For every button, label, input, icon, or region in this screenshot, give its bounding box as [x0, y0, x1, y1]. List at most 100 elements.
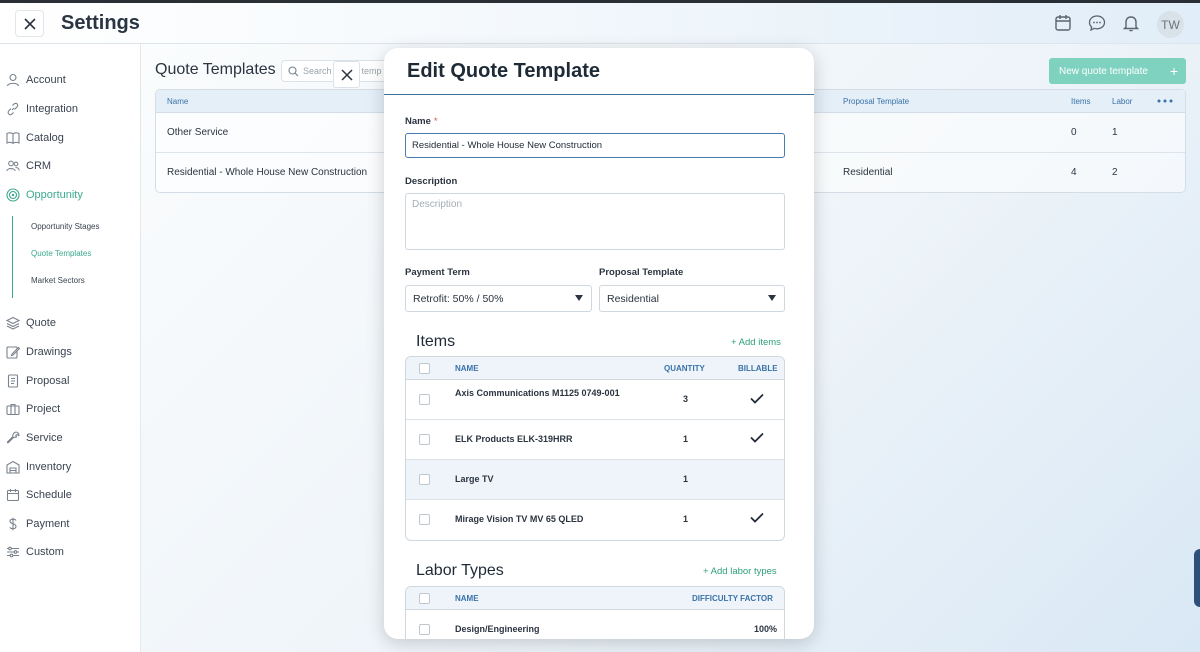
- payment-term-select[interactable]: Retrofit: 50% / 50%: [405, 285, 592, 312]
- sidebar-item-service[interactable]: Service: [6, 428, 63, 448]
- search-hint: temp: [361, 66, 382, 76]
- sidebar-subitem-quote-templates[interactable]: Quote Templates: [31, 249, 91, 258]
- sidebar-item-label: Opportunity: [26, 189, 83, 201]
- target-icon: [6, 188, 20, 202]
- check-icon: [750, 393, 764, 404]
- plus-icon: +: [1169, 63, 1178, 79]
- item-name: Mirage Vision TV MV 65 QLED: [455, 514, 584, 524]
- side-panel-handle[interactable]: [1194, 549, 1200, 607]
- settings-sidebar: Account Integration Catalog CRM Opportun…: [0, 44, 141, 652]
- row-name: Residential - Whole House New Constructi…: [167, 167, 368, 178]
- column-items[interactable]: Items: [1071, 97, 1091, 106]
- users-icon: [6, 160, 20, 172]
- sidebar-item-label: Service: [26, 432, 63, 444]
- column-name[interactable]: Name: [167, 97, 188, 106]
- sidebar-item-catalog[interactable]: Catalog: [6, 128, 64, 148]
- row-labor: 1: [1112, 127, 1118, 138]
- column-name: NAME: [455, 364, 479, 373]
- user-avatar[interactable]: TW: [1157, 11, 1184, 38]
- layers-icon: [6, 316, 20, 330]
- row-checkbox[interactable]: [419, 394, 430, 405]
- column-quantity: QUANTITY: [664, 364, 705, 373]
- table-row[interactable]: ELK Products ELK-319HRR 1: [406, 420, 784, 460]
- sidebar-item-label: Payment: [26, 518, 70, 530]
- sidebar-item-schedule[interactable]: Schedule: [6, 485, 72, 505]
- table-row[interactable]: Design/Engineering 100%: [406, 610, 784, 639]
- more-options-icon[interactable]: [1156, 97, 1174, 105]
- app-header: Settings TW: [0, 3, 1200, 44]
- proposal-template-value: Residential: [607, 292, 659, 305]
- book-icon: [6, 132, 20, 144]
- sidebar-item-label: Catalog: [26, 132, 64, 144]
- check-icon: [750, 432, 764, 443]
- quote-templates-heading: Quote Templates: [155, 61, 276, 78]
- sidebar-item-label: Account: [26, 74, 66, 86]
- select-all-checkbox[interactable]: [419, 363, 430, 374]
- briefcase-icon: [6, 403, 20, 416]
- sliders-icon: [7, 546, 19, 558]
- sidebar-item-inventory[interactable]: Inventory: [6, 457, 71, 477]
- name-label-text: Name: [405, 116, 431, 127]
- sidebar-item-label: Drawings: [26, 346, 72, 358]
- name-field[interactable]: Residential - Whole House New Constructi…: [405, 133, 785, 158]
- close-settings-button[interactable]: [15, 10, 44, 37]
- item-name: Axis Communications M1125 0749-001: [455, 388, 620, 398]
- sidebar-item-crm[interactable]: CRM: [6, 156, 51, 176]
- search-icon: [288, 65, 299, 76]
- bell-icon[interactable]: [1122, 14, 1140, 32]
- sidebar-subitem-market-sectors[interactable]: Market Sectors: [31, 276, 85, 285]
- sidebar-item-proposal[interactable]: Proposal: [6, 371, 69, 391]
- sidebar-item-label: Custom: [26, 546, 64, 558]
- name-label: Name *: [405, 116, 438, 127]
- sidebar-item-label: Integration: [26, 103, 78, 115]
- row-checkbox[interactable]: [419, 474, 430, 485]
- required-marker: *: [433, 116, 438, 127]
- row-checkbox[interactable]: [419, 514, 430, 525]
- close-icon: [340, 68, 353, 81]
- row-items: 4: [1071, 167, 1077, 178]
- table-row[interactable]: Mirage Vision TV MV 65 QLED 1: [406, 500, 784, 540]
- sidebar-item-custom[interactable]: Custom: [6, 542, 64, 562]
- sidebar-item-drawings[interactable]: Drawings: [6, 342, 72, 362]
- column-labor[interactable]: Labor: [1112, 97, 1132, 106]
- proposal-template-label: Proposal Template: [599, 267, 684, 278]
- items-table: NAME QUANTITY BILLABLE Axis Communicatio…: [405, 356, 785, 541]
- column-proposal-template[interactable]: Proposal Template: [843, 97, 909, 106]
- new-quote-template-button[interactable]: New quote template +: [1049, 58, 1186, 84]
- pencil-icon: [6, 346, 20, 359]
- sidebar-subitem-opportunity-stages[interactable]: Opportunity Stages: [31, 222, 99, 231]
- table-row[interactable]: Large TV 1: [406, 460, 784, 500]
- sidebar-item-integration[interactable]: Integration: [6, 99, 78, 119]
- sidebar-item-payment[interactable]: Payment: [6, 514, 69, 534]
- select-all-checkbox[interactable]: [419, 593, 430, 604]
- chat-icon[interactable]: [1088, 14, 1106, 32]
- sidebar-item-account[interactable]: Account: [6, 70, 66, 90]
- proposal-template-select[interactable]: Residential: [599, 285, 785, 312]
- item-quantity: 1: [683, 514, 689, 524]
- sidebar-item-label: Proposal: [26, 375, 70, 387]
- sidebar-item-project[interactable]: Project: [6, 399, 60, 419]
- column-difficulty-factor: DIFFICULTY FACTOR: [692, 594, 773, 603]
- item-name: Large TV: [455, 474, 494, 484]
- clear-search-button[interactable]: [333, 61, 360, 88]
- row-checkbox[interactable]: [419, 434, 430, 445]
- chevron-down-icon: [575, 295, 583, 301]
- labor-table-header: NAME DIFFICULTY FACTOR: [406, 587, 784, 610]
- column-billable: BILLABLE: [738, 364, 778, 373]
- row-checkbox[interactable]: [419, 624, 430, 635]
- add-labor-types-link[interactable]: + Add labor types: [703, 566, 777, 577]
- row-proposal: Residential: [843, 167, 893, 178]
- sidebar-item-opportunity[interactable]: Opportunity: [6, 185, 83, 205]
- item-name: ELK Products ELK-319HRR: [455, 434, 573, 444]
- labor-types-table: NAME DIFFICULTY FACTOR Design/Engineerin…: [405, 586, 785, 639]
- sidebar-item-quote[interactable]: Quote: [6, 313, 56, 333]
- calendar-icon[interactable]: [1054, 14, 1072, 32]
- description-field[interactable]: Description: [405, 193, 785, 250]
- new-quote-template-label: New quote template: [1059, 65, 1148, 77]
- labor-types-heading: Labor Types: [416, 562, 504, 579]
- items-heading: Items: [416, 333, 456, 350]
- user-icon: [6, 73, 20, 87]
- table-row[interactable]: Axis Communications M1125 0749-001 3: [406, 380, 784, 420]
- add-items-link[interactable]: + Add items: [731, 337, 781, 348]
- labor-difficulty: 100%: [754, 624, 778, 634]
